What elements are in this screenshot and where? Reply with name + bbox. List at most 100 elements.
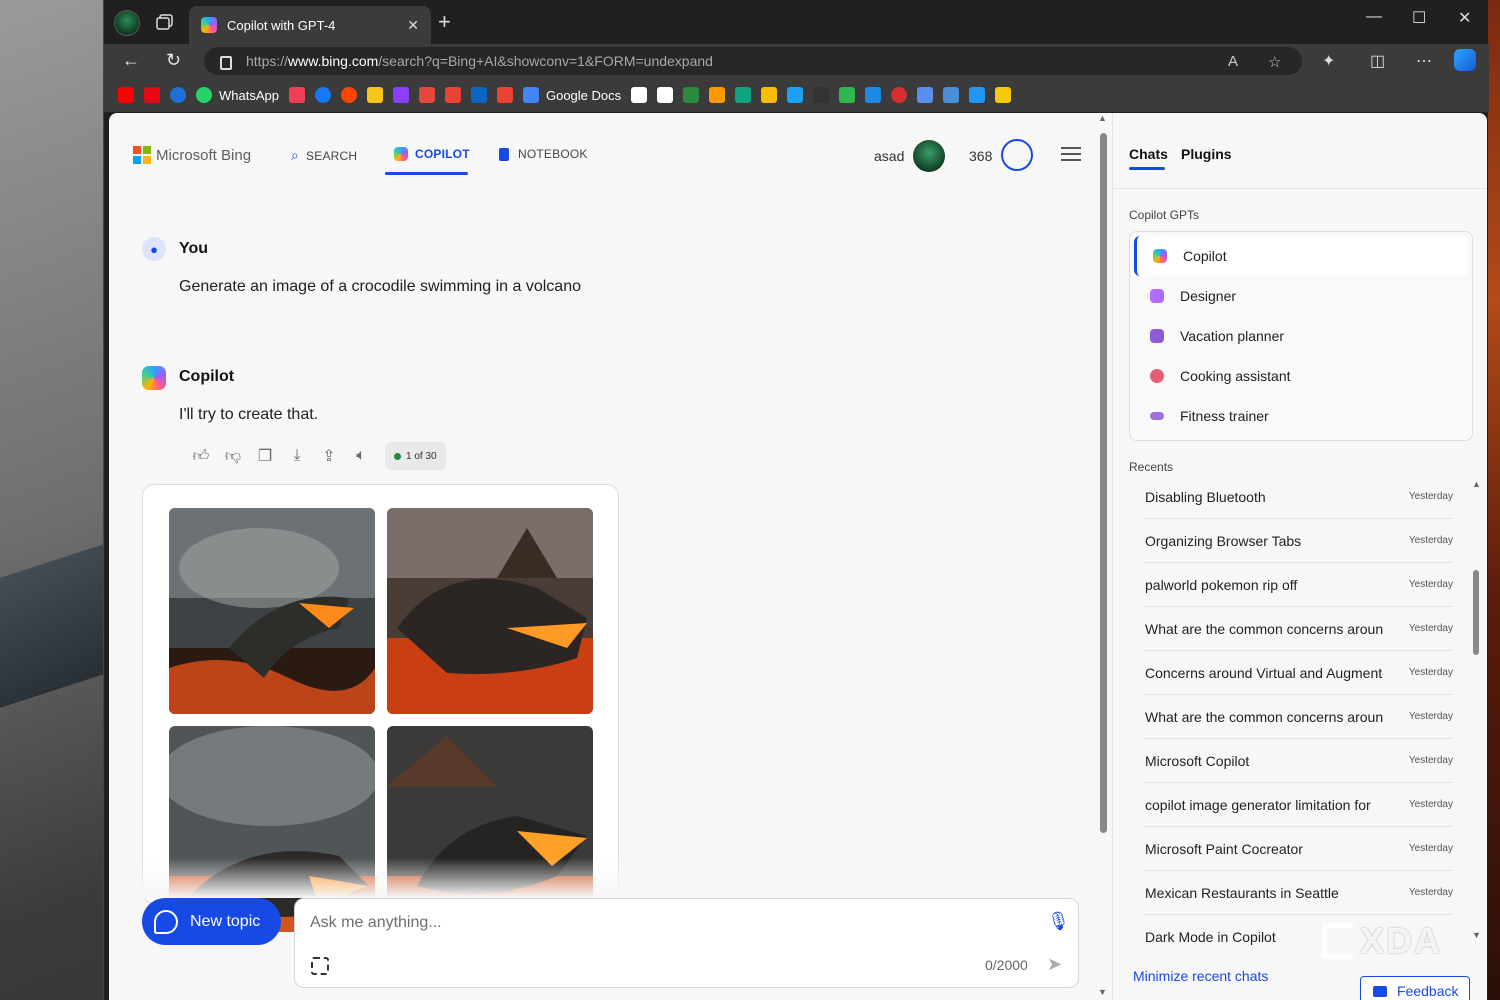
- gpt-item-fitness-trainer[interactable]: Fitness trainer: [1134, 396, 1468, 436]
- scroll-down-icon[interactable]: ▼: [1098, 987, 1107, 997]
- favorite-item[interactable]: [314, 87, 331, 103]
- favorite-item[interactable]: [969, 87, 986, 103]
- nav-copilot[interactable]: COPILOT: [394, 147, 470, 161]
- refresh-icon[interactable]: ↻: [166, 50, 181, 71]
- scroll-up-icon[interactable]: ▲: [1472, 479, 1481, 489]
- workspaces-icon[interactable]: [156, 14, 174, 30]
- recent-chat-item[interactable]: Microsoft Paint Cocreator Yesterday: [1145, 827, 1453, 871]
- close-tab-icon[interactable]: ✕: [407, 17, 419, 34]
- tab-plugins[interactable]: Plugins: [1181, 146, 1232, 162]
- favorite-item[interactable]: [709, 87, 726, 103]
- recent-chat-item[interactable]: palworld pokemon rip off Yesterday: [1145, 563, 1453, 607]
- favorite-item-whatsapp[interactable]: WhatsApp: [196, 87, 279, 103]
- favorite-item[interactable]: [735, 87, 752, 103]
- gpt-item-cooking-assistant[interactable]: Cooking assistant: [1134, 356, 1468, 396]
- generated-image[interactable]: [387, 508, 593, 714]
- tab-chats[interactable]: Chats: [1129, 146, 1168, 162]
- maximize-window-icon[interactable]: ☐: [1412, 8, 1426, 28]
- scrollbar-thumb[interactable]: [1473, 570, 1479, 655]
- favorite-item-google-docs[interactable]: Google Docs: [522, 87, 621, 103]
- minimize-recent-chats-link[interactable]: Minimize recent chats: [1133, 968, 1268, 984]
- profile-avatar[interactable]: [114, 10, 140, 36]
- new-tab-icon[interactable]: +: [438, 11, 451, 33]
- feedback-button[interactable]: Feedback: [1360, 976, 1470, 1000]
- generated-image[interactable]: [169, 508, 375, 714]
- share-icon[interactable]: ⇪: [313, 446, 345, 466]
- recent-chat-item[interactable]: Mexican Restaurants in Seattle Yesterday: [1145, 871, 1453, 915]
- minimize-window-icon[interactable]: —: [1366, 8, 1382, 26]
- user-avatar[interactable]: [913, 140, 945, 172]
- favorite-item[interactable]: [917, 87, 934, 103]
- favorite-item[interactable]: [891, 87, 908, 103]
- recent-chat-item[interactable]: Organizing Browser Tabs Yesterday: [1145, 519, 1453, 563]
- favorite-item[interactable]: [787, 87, 804, 103]
- favorite-item[interactable]: [839, 87, 856, 103]
- chat-input[interactable]: Ask me anything... 🎙︎ 0/2000 ➤: [294, 898, 1079, 988]
- scrollbar-thumb[interactable]: [1100, 133, 1107, 833]
- favorite-item[interactable]: [418, 87, 435, 103]
- gpt-item-vacation-planner[interactable]: Vacation planner: [1134, 316, 1468, 356]
- nav-search[interactable]: ⌕ SEARCH: [291, 147, 357, 164]
- image-input-icon[interactable]: [311, 957, 329, 975]
- recent-chat-title: Disabling Bluetooth: [1145, 489, 1266, 505]
- favorite-item[interactable]: [943, 87, 960, 103]
- recent-chat-item[interactable]: copilot image generator limitation for Ye…: [1145, 783, 1453, 827]
- split-screen-icon[interactable]: ◫: [1370, 51, 1385, 71]
- read-aloud-icon[interactable]: A: [1228, 53, 1238, 70]
- back-arrow-icon[interactable]: ←: [122, 50, 140, 71]
- favorite-item[interactable]: [631, 87, 648, 103]
- new-topic-button[interactable]: New topic: [142, 898, 281, 945]
- thumbs-down-icon[interactable]: 👎︎: [217, 447, 249, 466]
- recent-chat-item[interactable]: Concerns around Virtual and Augmented Yes…: [1145, 651, 1453, 695]
- chart-icon: [995, 87, 1012, 103]
- more-options-icon[interactable]: ⋯: [1416, 51, 1432, 71]
- scroll-down-icon[interactable]: ▼: [1472, 930, 1481, 940]
- favorite-item[interactable]: [170, 87, 186, 103]
- recent-chat-item[interactable]: Disabling Bluetooth Yesterday: [1145, 475, 1453, 519]
- reddit-icon: [340, 87, 357, 103]
- recent-chat-item[interactable]: Microsoft Copilot Yesterday: [1145, 739, 1453, 783]
- recent-chat-time: Yesterday: [1408, 887, 1453, 898]
- favorite-item[interactable]: [813, 87, 830, 103]
- favorite-item[interactable]: [118, 87, 134, 103]
- address-bar[interactable]: https://www.bing.com/search?q=Bing+AI&sh…: [204, 47, 1302, 75]
- copilot-sidebar-icon[interactable]: [1454, 49, 1476, 71]
- microsoft-bing-logo[interactable]: Microsoft Bing: [133, 146, 251, 164]
- menu-icon[interactable]: [1061, 147, 1081, 161]
- favorite-item[interactable]: [865, 87, 882, 103]
- favorite-star-icon[interactable]: ☆: [1268, 53, 1281, 71]
- speaker-icon[interactable]: 🔈︎: [345, 447, 377, 465]
- extensions-icon[interactable]: ✦: [1322, 51, 1335, 71]
- thumbs-up-icon[interactable]: 👍︎: [185, 447, 217, 466]
- copy-icon[interactable]: ❐: [249, 446, 281, 466]
- tab-copilot[interactable]: Copilot with GPT-4 ✕: [189, 6, 431, 44]
- gpt-item-copilot[interactable]: Copilot: [1134, 236, 1468, 276]
- favorite-item[interactable]: [683, 87, 700, 103]
- microphone-icon[interactable]: 🎙︎: [1047, 911, 1070, 932]
- rewards-medal-icon[interactable]: [1001, 139, 1033, 171]
- favorite-item[interactable]: [288, 87, 305, 103]
- favorite-item[interactable]: [392, 87, 409, 103]
- send-icon[interactable]: ➤: [1047, 954, 1062, 975]
- favorite-item[interactable]: [496, 87, 513, 103]
- favorite-item[interactable]: [144, 87, 160, 103]
- favorite-item[interactable]: [444, 87, 461, 103]
- favorite-item[interactable]: [340, 87, 357, 103]
- scroll-up-icon[interactable]: ▲: [1098, 113, 1107, 123]
- recents-scrollbar[interactable]: ▲ ▼: [1471, 475, 1481, 945]
- favorite-item[interactable]: [657, 87, 674, 103]
- recent-chat-item[interactable]: What are the common concerns around Yeste…: [1145, 607, 1453, 651]
- download-icon[interactable]: ⤓: [281, 447, 313, 465]
- nav-notebook[interactable]: NOTEBOOK: [499, 147, 588, 161]
- rewards-points[interactable]: 368: [969, 148, 992, 164]
- favorite-item[interactable]: [470, 87, 487, 103]
- favorite-item[interactable]: [761, 87, 778, 103]
- main-scrollbar[interactable]: ▲ ▼: [1096, 113, 1110, 1000]
- recent-chat-item[interactable]: What are the common concerns around Yeste…: [1145, 695, 1453, 739]
- cooking-icon: [1150, 369, 1164, 383]
- favorite-item[interactable]: [995, 87, 1012, 103]
- favorite-item[interactable]: [366, 87, 383, 103]
- close-window-icon[interactable]: ✕: [1458, 8, 1471, 28]
- gpt-item-designer[interactable]: Designer: [1134, 276, 1468, 316]
- user-name[interactable]: asad: [874, 148, 904, 164]
